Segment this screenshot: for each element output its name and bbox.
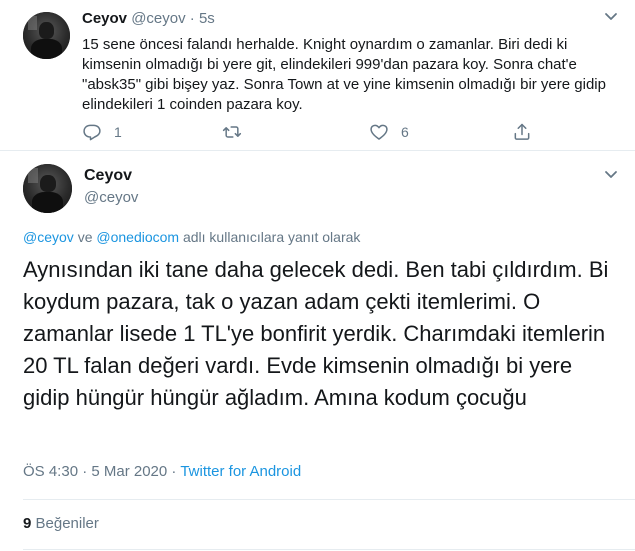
share-button[interactable] [512,122,532,142]
action-bar: 1 6 [0,122,635,144]
author-handle[interactable]: @ceyov [84,189,138,206]
likes-stat[interactable]: 9 Beğeniler [23,515,99,532]
divider [23,499,635,500]
likes-count: 9 [23,515,32,532]
tweet-text: Aynısından iki tane daha gelecek dedi. B… [23,257,609,410]
divider [23,549,635,550]
reply-and: ve [77,229,93,245]
avatar[interactable] [23,164,72,213]
avatar[interactable] [23,12,70,59]
reply-count: 1 [114,124,122,140]
retweet-button[interactable] [222,122,254,142]
retweet-icon [222,126,242,138]
like-count: 6 [401,124,409,140]
author-handle[interactable]: @ceyov [131,10,185,27]
likes-label: Beğeniler [35,515,99,532]
time-separator: · [189,10,195,27]
chevron-down-icon[interactable] [604,12,618,22]
tweet-source[interactable]: Twitter for Android [180,463,301,480]
reply-button[interactable]: 1 [82,122,122,142]
tweet-timestamp[interactable]: ÖS 4:30 · 5 Mar 2020 [23,463,167,480]
parent-tweet[interactable]: Ceyov @ceyov · 5s 15 sene öncesi falandı… [0,0,635,151]
share-icon [514,123,530,140]
tweet-header: Ceyov @ceyov · 5s [82,10,215,27]
author-name[interactable]: Ceyov [84,167,132,185]
reply-context: @ceyov ve @onediocom adlı kullanıcılara … [23,229,360,245]
reply-suffix: adlı kullanıcılara yanıt olarak [182,229,361,245]
meta-separator: · [167,463,181,480]
mention-link[interactable]: @ceyov [23,229,74,245]
like-button[interactable]: 6 [369,122,409,142]
heart-icon [370,124,388,140]
mention-link[interactable]: @onediocom [96,229,179,245]
chevron-down-icon[interactable] [604,170,618,180]
tweet-time[interactable]: 5s [199,10,215,27]
author-name[interactable]: Ceyov [82,10,127,27]
tweet-text: 15 sene öncesi falandı herhalde. Knight … [82,36,606,113]
tweet-meta: ÖS 4:30 · 5 Mar 2020 · Twitter for Andro… [23,463,301,480]
reply-icon [83,124,101,141]
